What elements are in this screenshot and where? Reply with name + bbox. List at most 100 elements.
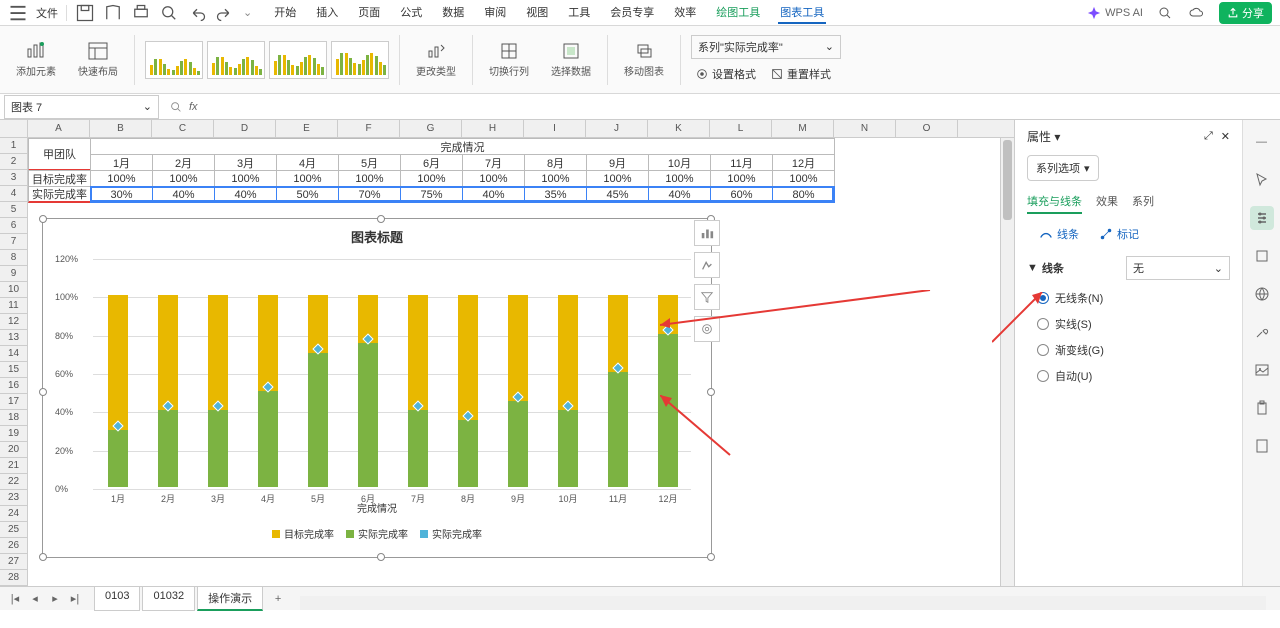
row-header-9[interactable]: 9 — [0, 266, 27, 282]
row-header-5[interactable]: 5 — [0, 202, 27, 218]
chart-handle[interactable] — [377, 215, 385, 223]
row-header-24[interactable]: 24 — [0, 506, 27, 522]
bar-group[interactable] — [258, 257, 278, 487]
cell[interactable]: 100% — [772, 170, 835, 187]
cell[interactable]: 4月 — [276, 154, 339, 171]
line-radio-1[interactable]: 实线(S) — [1037, 316, 1230, 332]
bar-group[interactable] — [558, 257, 578, 487]
search-icon[interactable] — [169, 100, 183, 114]
menu-tab-4[interactable]: 数据 — [440, 2, 466, 24]
bar-group[interactable] — [108, 257, 128, 487]
cell[interactable]: 60% — [710, 186, 773, 203]
subtab-marker[interactable]: 标记 — [1099, 226, 1139, 242]
menu-tab-5[interactable]: 审阅 — [482, 2, 508, 24]
formula-input[interactable] — [204, 99, 1274, 114]
menu-tab-0[interactable]: 开始 — [272, 2, 298, 24]
cell[interactable]: 30% — [90, 186, 153, 203]
line-type-select[interactable]: 无 ⌄ — [1126, 256, 1230, 280]
row-header-21[interactable]: 21 — [0, 458, 27, 474]
chart-style-thumb-2[interactable] — [269, 41, 327, 79]
cell[interactable]: 8月 — [524, 154, 587, 171]
row-header-18[interactable]: 18 — [0, 410, 27, 426]
sheet-nav-first[interactable]: |◂ — [6, 590, 24, 608]
bar-group[interactable] — [508, 257, 528, 487]
row-header-11[interactable]: 11 — [0, 298, 27, 314]
menu-tab-1[interactable]: 插入 — [314, 2, 340, 24]
row-header-19[interactable]: 19 — [0, 426, 27, 442]
line-radio-3[interactable]: 自动(U) — [1037, 368, 1230, 384]
select-data-button[interactable]: 选择数据 — [545, 37, 597, 82]
col-header-L[interactable]: L — [710, 120, 772, 137]
col-header-A[interactable]: A — [28, 120, 90, 137]
bar-group[interactable] — [308, 257, 328, 487]
switch-rc-button[interactable]: 切换行列 — [483, 37, 535, 82]
move-chart-button[interactable]: 移动图表 — [618, 37, 670, 82]
search-icon[interactable] — [1155, 3, 1175, 23]
cell[interactable]: 75% — [400, 186, 463, 203]
row-header-12[interactable]: 12 — [0, 314, 27, 330]
cell[interactable]: 40% — [648, 186, 711, 203]
horizontal-scrollbar[interactable] — [300, 596, 1266, 610]
chart-handle[interactable] — [707, 553, 715, 561]
row-header-22[interactable]: 22 — [0, 474, 27, 490]
menu-tab-7[interactable]: 工具 — [566, 2, 592, 24]
cell[interactable]: 100% — [648, 170, 711, 187]
page-icon[interactable] — [1250, 434, 1274, 458]
row-header-23[interactable]: 23 — [0, 490, 27, 506]
set-format-button[interactable]: 设置格式 — [691, 63, 760, 85]
wps-ai-button[interactable]: WPS AI — [1087, 6, 1143, 20]
col-header-B[interactable]: B — [90, 120, 152, 137]
cells-area[interactable]: 甲团队完成情况1月2月3月4月5月6月7月8月9月10月11月12月目标完成率1… — [28, 138, 1014, 610]
row-header-8[interactable]: 8 — [0, 250, 27, 266]
cell[interactable]: 100% — [152, 170, 215, 187]
tools-icon[interactable] — [1250, 320, 1274, 344]
pin-icon[interactable]: ⤢ — [1204, 130, 1213, 143]
sheet-tab-1[interactable]: 01032 — [142, 586, 195, 611]
chart-handle[interactable] — [377, 553, 385, 561]
close-icon[interactable]: ✕ — [1221, 130, 1230, 143]
cell[interactable]: 80% — [772, 186, 835, 203]
save-icon[interactable] — [75, 3, 95, 23]
add-sheet-button[interactable]: + — [269, 590, 287, 608]
bar-group[interactable] — [658, 257, 678, 487]
row-header-26[interactable]: 26 — [0, 538, 27, 554]
cell[interactable]: 40% — [214, 186, 277, 203]
cell[interactable]: 100% — [276, 170, 339, 187]
col-header-D[interactable]: D — [214, 120, 276, 137]
image-icon[interactable] — [1250, 358, 1274, 382]
cell[interactable]: 40% — [152, 186, 215, 203]
menu-tab-9[interactable]: 效率 — [672, 2, 698, 24]
sheet-nav-next[interactable]: ▸ — [46, 590, 64, 608]
row-header-10[interactable]: 10 — [0, 282, 27, 298]
redo-icon[interactable] — [215, 3, 235, 23]
menu-tab-8[interactable]: 会员专享 — [608, 2, 656, 24]
row-header-13[interactable]: 13 — [0, 330, 27, 346]
sheet-tab-0[interactable]: 0103 — [94, 586, 140, 611]
row-header-3[interactable]: 3 — [0, 170, 27, 186]
chart-handle[interactable] — [39, 553, 47, 561]
chart-style-thumb-1[interactable] — [207, 41, 265, 79]
select-all-corner[interactable] — [0, 120, 28, 137]
col-header-K[interactable]: K — [648, 120, 710, 137]
row-header-4[interactable]: 4 — [0, 186, 27, 202]
menu-tab-3[interactable]: 公式 — [398, 2, 424, 24]
chart-settings-button[interactable] — [694, 316, 720, 342]
cell[interactable]: 5月 — [338, 154, 401, 171]
prop-tab-1[interactable]: 效果 — [1096, 193, 1118, 214]
settings-icon[interactable] — [1250, 206, 1274, 230]
change-type-button[interactable]: 更改类型 — [410, 37, 462, 82]
cell[interactable]: 完成情况 — [90, 138, 835, 155]
col-header-N[interactable]: N — [834, 120, 896, 137]
bar-group[interactable] — [608, 257, 628, 487]
bar-group[interactable] — [408, 257, 428, 487]
print-icon[interactable] — [131, 3, 151, 23]
file-menu[interactable]: 文件 — [36, 5, 58, 21]
cell[interactable]: 实际完成率 — [28, 186, 91, 203]
cell[interactable]: 45% — [586, 186, 649, 203]
chart-handle[interactable] — [39, 215, 47, 223]
col-header-F[interactable]: F — [338, 120, 400, 137]
globe-icon[interactable] — [1250, 282, 1274, 306]
prop-tab-2[interactable]: 系列 — [1132, 193, 1154, 214]
cell[interactable]: 7月 — [462, 154, 525, 171]
row-header-1[interactable]: 1 — [0, 138, 27, 154]
